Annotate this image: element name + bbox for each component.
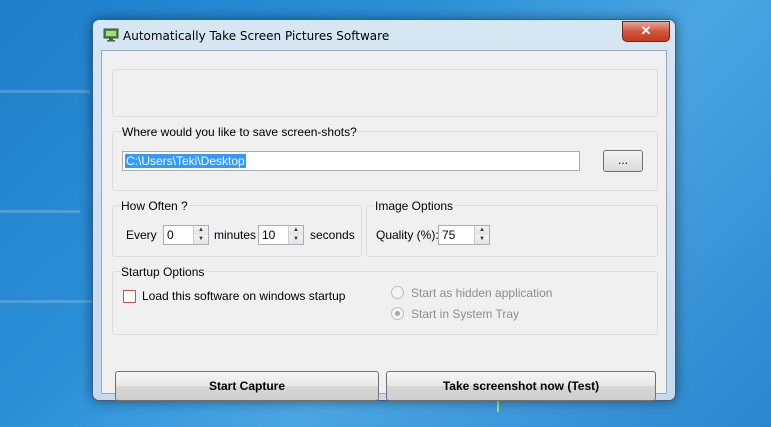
top-panel	[112, 69, 658, 117]
window-title: Automatically Take Screen Pictures Softw…	[123, 29, 390, 43]
start-capture-button[interactable]: Start Capture	[115, 371, 379, 401]
start-hidden-label: Start as hidden application	[411, 286, 553, 300]
seconds-label: seconds	[310, 228, 355, 242]
desktop-background-streak	[0, 90, 90, 93]
start-hidden-radio[interactable]	[391, 286, 404, 299]
start-in-tray-radio[interactable]	[391, 307, 404, 320]
seconds-spin-buttons: ▲ ▼	[288, 226, 303, 244]
minutes-spin-buttons: ▲ ▼	[193, 226, 208, 244]
close-icon: ✕	[640, 23, 652, 38]
every-label: Every	[126, 228, 157, 242]
startup-options-group	[112, 271, 658, 335]
seconds-value: 10	[262, 228, 276, 242]
load-on-startup-label: Load this software on windows startup	[142, 289, 346, 303]
quality-spinner[interactable]: 75 ▲ ▼	[438, 225, 490, 245]
image-options-label: Image Options	[374, 199, 455, 213]
minutes-label: minutes	[214, 228, 257, 242]
save-location-question: Where would you like to save screen-shot…	[122, 125, 357, 139]
window-client-area: Where would you like to save screen-shot…	[101, 50, 667, 401]
monitor-icon	[103, 28, 119, 42]
title-bar[interactable]: Automatically Take Screen Pictures Softw…	[93, 20, 675, 50]
browse-button[interactable]: ...	[603, 150, 643, 172]
seconds-spinner[interactable]: 10 ▲ ▼	[258, 225, 304, 245]
desktop-background-streak	[0, 300, 95, 303]
save-path-input[interactable]: C:\Users\Teki\Desktop	[122, 151, 580, 171]
start-in-tray-label: Start in System Tray	[411, 307, 520, 321]
minutes-value: 0	[167, 228, 174, 242]
app-window: Automatically Take Screen Pictures Softw…	[92, 19, 676, 401]
quality-spin-buttons: ▲ ▼	[474, 226, 489, 244]
quality-value: 75	[442, 228, 456, 242]
arrow-down-icon[interactable]: ▼	[289, 235, 303, 244]
minutes-spinner[interactable]: 0 ▲ ▼	[163, 225, 209, 245]
save-path-value: C:\Users\Teki\Desktop	[125, 154, 246, 168]
quality-label: Quality (%):	[376, 228, 439, 242]
load-on-startup-checkbox[interactable]	[123, 290, 136, 303]
close-button[interactable]: ✕	[622, 21, 670, 42]
arrow-down-icon[interactable]: ▼	[475, 235, 489, 244]
how-often-label: How Often ?	[120, 199, 189, 213]
desktop-background-streak	[0, 210, 80, 213]
take-screenshot-button[interactable]: Take screenshot now (Test)	[386, 371, 656, 401]
arrow-down-icon[interactable]: ▼	[194, 235, 208, 244]
startup-options-label: Startup Options	[120, 265, 206, 279]
